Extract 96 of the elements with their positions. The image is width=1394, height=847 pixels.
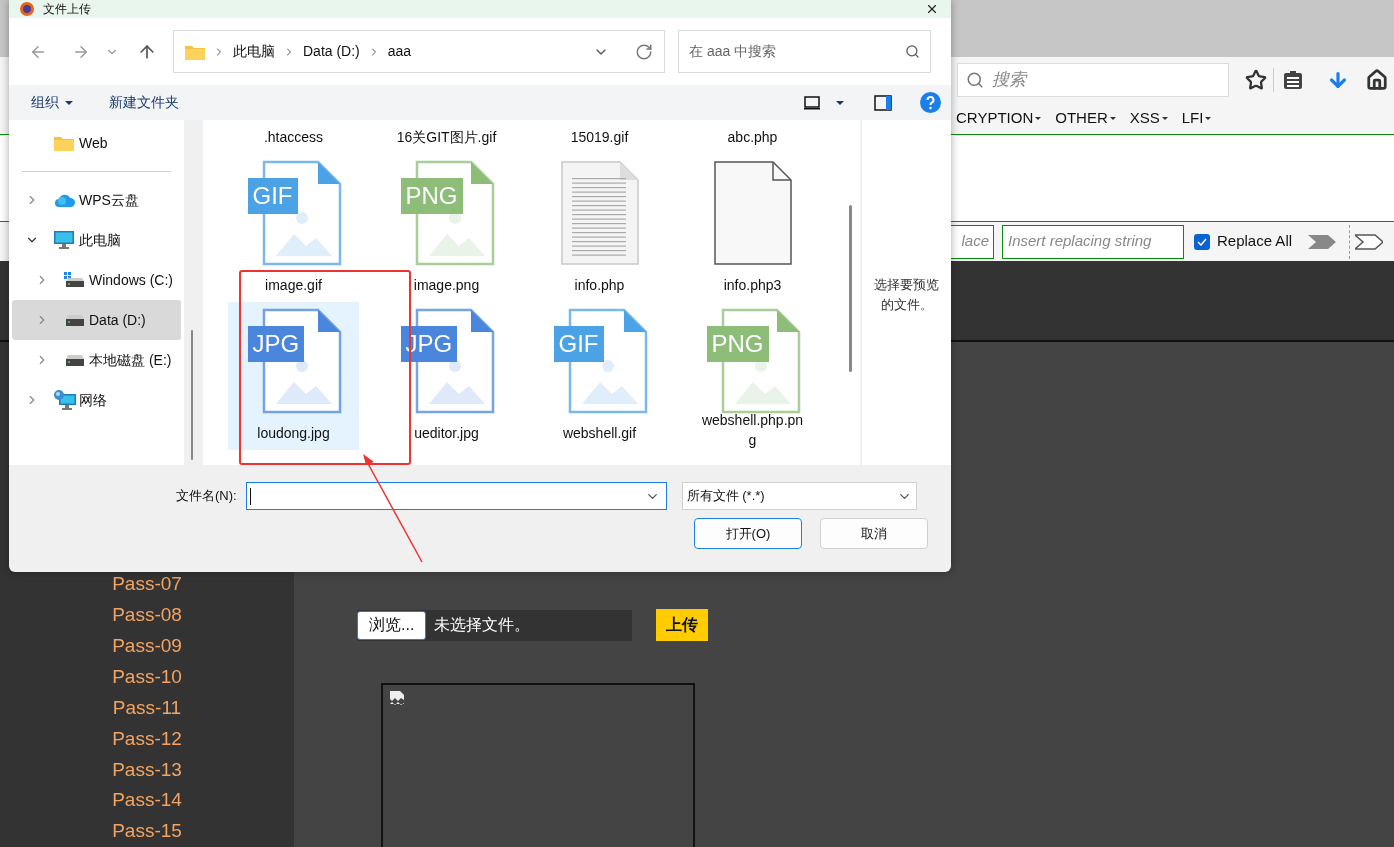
- file-type-label: GIF: [553, 326, 604, 362]
- dialog-button[interactable]: 打开(O): [694, 518, 802, 549]
- nav-item[interactable]: 网络: [12, 380, 181, 420]
- check-icon: [1197, 237, 1207, 246]
- chevron-right-icon[interactable]: [1355, 233, 1384, 250]
- cloud-icon: [54, 192, 76, 208]
- file-tile[interactable]: JPG loudong.jpg: [228, 302, 359, 450]
- sidebar-link[interactable]: Pass-08: [112, 599, 182, 631]
- scrollbar-thumb[interactable]: [191, 330, 193, 460]
- file-status: 未选择文件。: [434, 615, 531, 635]
- nav-item[interactable]: WPS云盘: [12, 180, 181, 220]
- sidebar-link[interactable]: Pass-11: [112, 692, 182, 724]
- close-icon[interactable]: [925, 2, 939, 16]
- field-label: 文件名(N):: [176, 487, 237, 506]
- sidebar-link[interactable]: Pass-12: [112, 723, 182, 755]
- sidebar-link[interactable]: Pass-14: [112, 785, 182, 817]
- nav-item[interactable]: 本地磁盘 (E:): [12, 340, 181, 380]
- breadcrumb-item[interactable]: Data (D:): [303, 41, 360, 62]
- download-icon[interactable]: [1327, 69, 1349, 91]
- file-name: ueditor.jpg: [413, 424, 480, 443]
- file-name: webshell.php.png: [700, 411, 805, 450]
- help-icon[interactable]: [920, 92, 941, 113]
- file-name: info.php3: [722, 276, 783, 295]
- checkbox-label: Replace All: [1217, 231, 1293, 252]
- preview-pane-icon[interactable]: [874, 94, 892, 111]
- scrollbar-thumb[interactable]: [849, 205, 852, 372]
- nav-item[interactable]: Web: [12, 123, 181, 163]
- toolbar-button[interactable]: 组织: [31, 92, 73, 113]
- chevron-right-icon[interactable]: [1308, 233, 1337, 250]
- file-type-label: PNG: [706, 326, 769, 362]
- file-tile[interactable]: PNG image.png: [381, 154, 512, 302]
- browse-button[interactable]: 浏览...: [357, 610, 427, 640]
- file-tile[interactable]: GIF image.gif: [228, 154, 359, 302]
- list-icon[interactable]: [1283, 70, 1303, 90]
- address-bar[interactable]: 此电脑 Data (D:) aaa: [173, 30, 665, 73]
- drive-icon: [64, 354, 86, 366]
- sidebar-link[interactable]: Pass-13: [112, 754, 182, 786]
- search-icon: [905, 44, 920, 59]
- window-title: 文件上传: [43, 2, 91, 16]
- file-tile[interactable]: GIF webshell.gif: [534, 302, 665, 450]
- file-name: webshell.gif: [561, 424, 638, 443]
- drive-icon: [64, 314, 86, 326]
- file-name: loudong.jpg: [256, 424, 331, 443]
- toolbar-button[interactable]: 新建文件夹: [109, 92, 179, 113]
- search-field[interactable]: 搜索: [957, 63, 1229, 97]
- breadcrumb-item[interactable]: 此电脑: [233, 41, 275, 62]
- sidebar-link[interactable]: Pass-09: [112, 630, 182, 662]
- file-type-label: GIF: [247, 178, 298, 214]
- file-name[interactable]: .htaccess: [217, 127, 370, 148]
- breadcrumb-item[interactable]: aaa: [387, 41, 412, 62]
- dialog-button[interactable]: 取消: [820, 518, 928, 549]
- text-document-icon: [559, 160, 640, 266]
- refresh-icon[interactable]: [635, 42, 653, 61]
- home-icon[interactable]: [1366, 69, 1388, 91]
- file-name: info.php: [573, 276, 626, 295]
- file-type-label: PNG: [400, 178, 463, 214]
- sidebar-link[interactable]: Pass-07: [112, 569, 182, 600]
- drive-icon: [64, 272, 86, 288]
- file-tile[interactable]: info.php3: [687, 154, 818, 302]
- search-field[interactable]: 在 aaa 中搜索: [678, 30, 931, 73]
- sidebar-link[interactable]: Pass-15: [112, 816, 182, 847]
- file-input[interactable]: 浏览... 未选择文件。: [357, 609, 632, 641]
- menu-item[interactable]: LFI: [1181, 107, 1212, 130]
- menu-item[interactable]: CRYPTION: [956, 107, 1042, 130]
- upload-button[interactable]: 上传: [656, 609, 708, 641]
- view-icon[interactable]: [804, 95, 820, 110]
- browser-logo-icon: [20, 2, 34, 16]
- menu-item[interactable]: OTHER: [1055, 107, 1116, 130]
- file-tile[interactable]: PNG webshell.php.png: [687, 302, 818, 450]
- replace-field[interactable]: Insert replacing string: [1002, 224, 1184, 259]
- file-name[interactable]: abc.php: [676, 127, 829, 148]
- file-name[interactable]: 16关GIT图片.gif: [370, 127, 523, 148]
- monitor-icon: [54, 231, 74, 249]
- sidebar-link[interactable]: Pass-10: [112, 661, 182, 693]
- broken-image-icon: [389, 690, 405, 706]
- search-icon: [966, 71, 984, 89]
- checkbox[interactable]: [1194, 233, 1210, 250]
- nav-item[interactable]: Data (D:): [12, 300, 181, 340]
- caret-icon[interactable]: [65, 100, 73, 105]
- blank-document-icon: [712, 160, 793, 266]
- file-type-label: JPG: [247, 326, 305, 362]
- file-name[interactable]: 15019.gif: [523, 127, 676, 148]
- folder-icon: [185, 43, 205, 60]
- network-icon: [54, 390, 76, 410]
- caret-icon[interactable]: [836, 100, 844, 105]
- nav-item[interactable]: Windows (C:): [12, 260, 181, 300]
- file-name-field[interactable]: [245, 482, 667, 510]
- folder-icon: [54, 135, 74, 151]
- file-name: image.gif: [264, 276, 323, 295]
- preview-hint: 选择要预览的文件。: [873, 276, 940, 314]
- file-type-select[interactable]: 所有文件 (*.*): [681, 482, 917, 510]
- nav-item[interactable]: 此电脑: [12, 220, 181, 260]
- star-icon[interactable]: [1245, 69, 1267, 91]
- menu-item[interactable]: XSS: [1129, 107, 1168, 130]
- file-name: image.png: [412, 276, 481, 295]
- file-tile[interactable]: info.php: [534, 154, 665, 302]
